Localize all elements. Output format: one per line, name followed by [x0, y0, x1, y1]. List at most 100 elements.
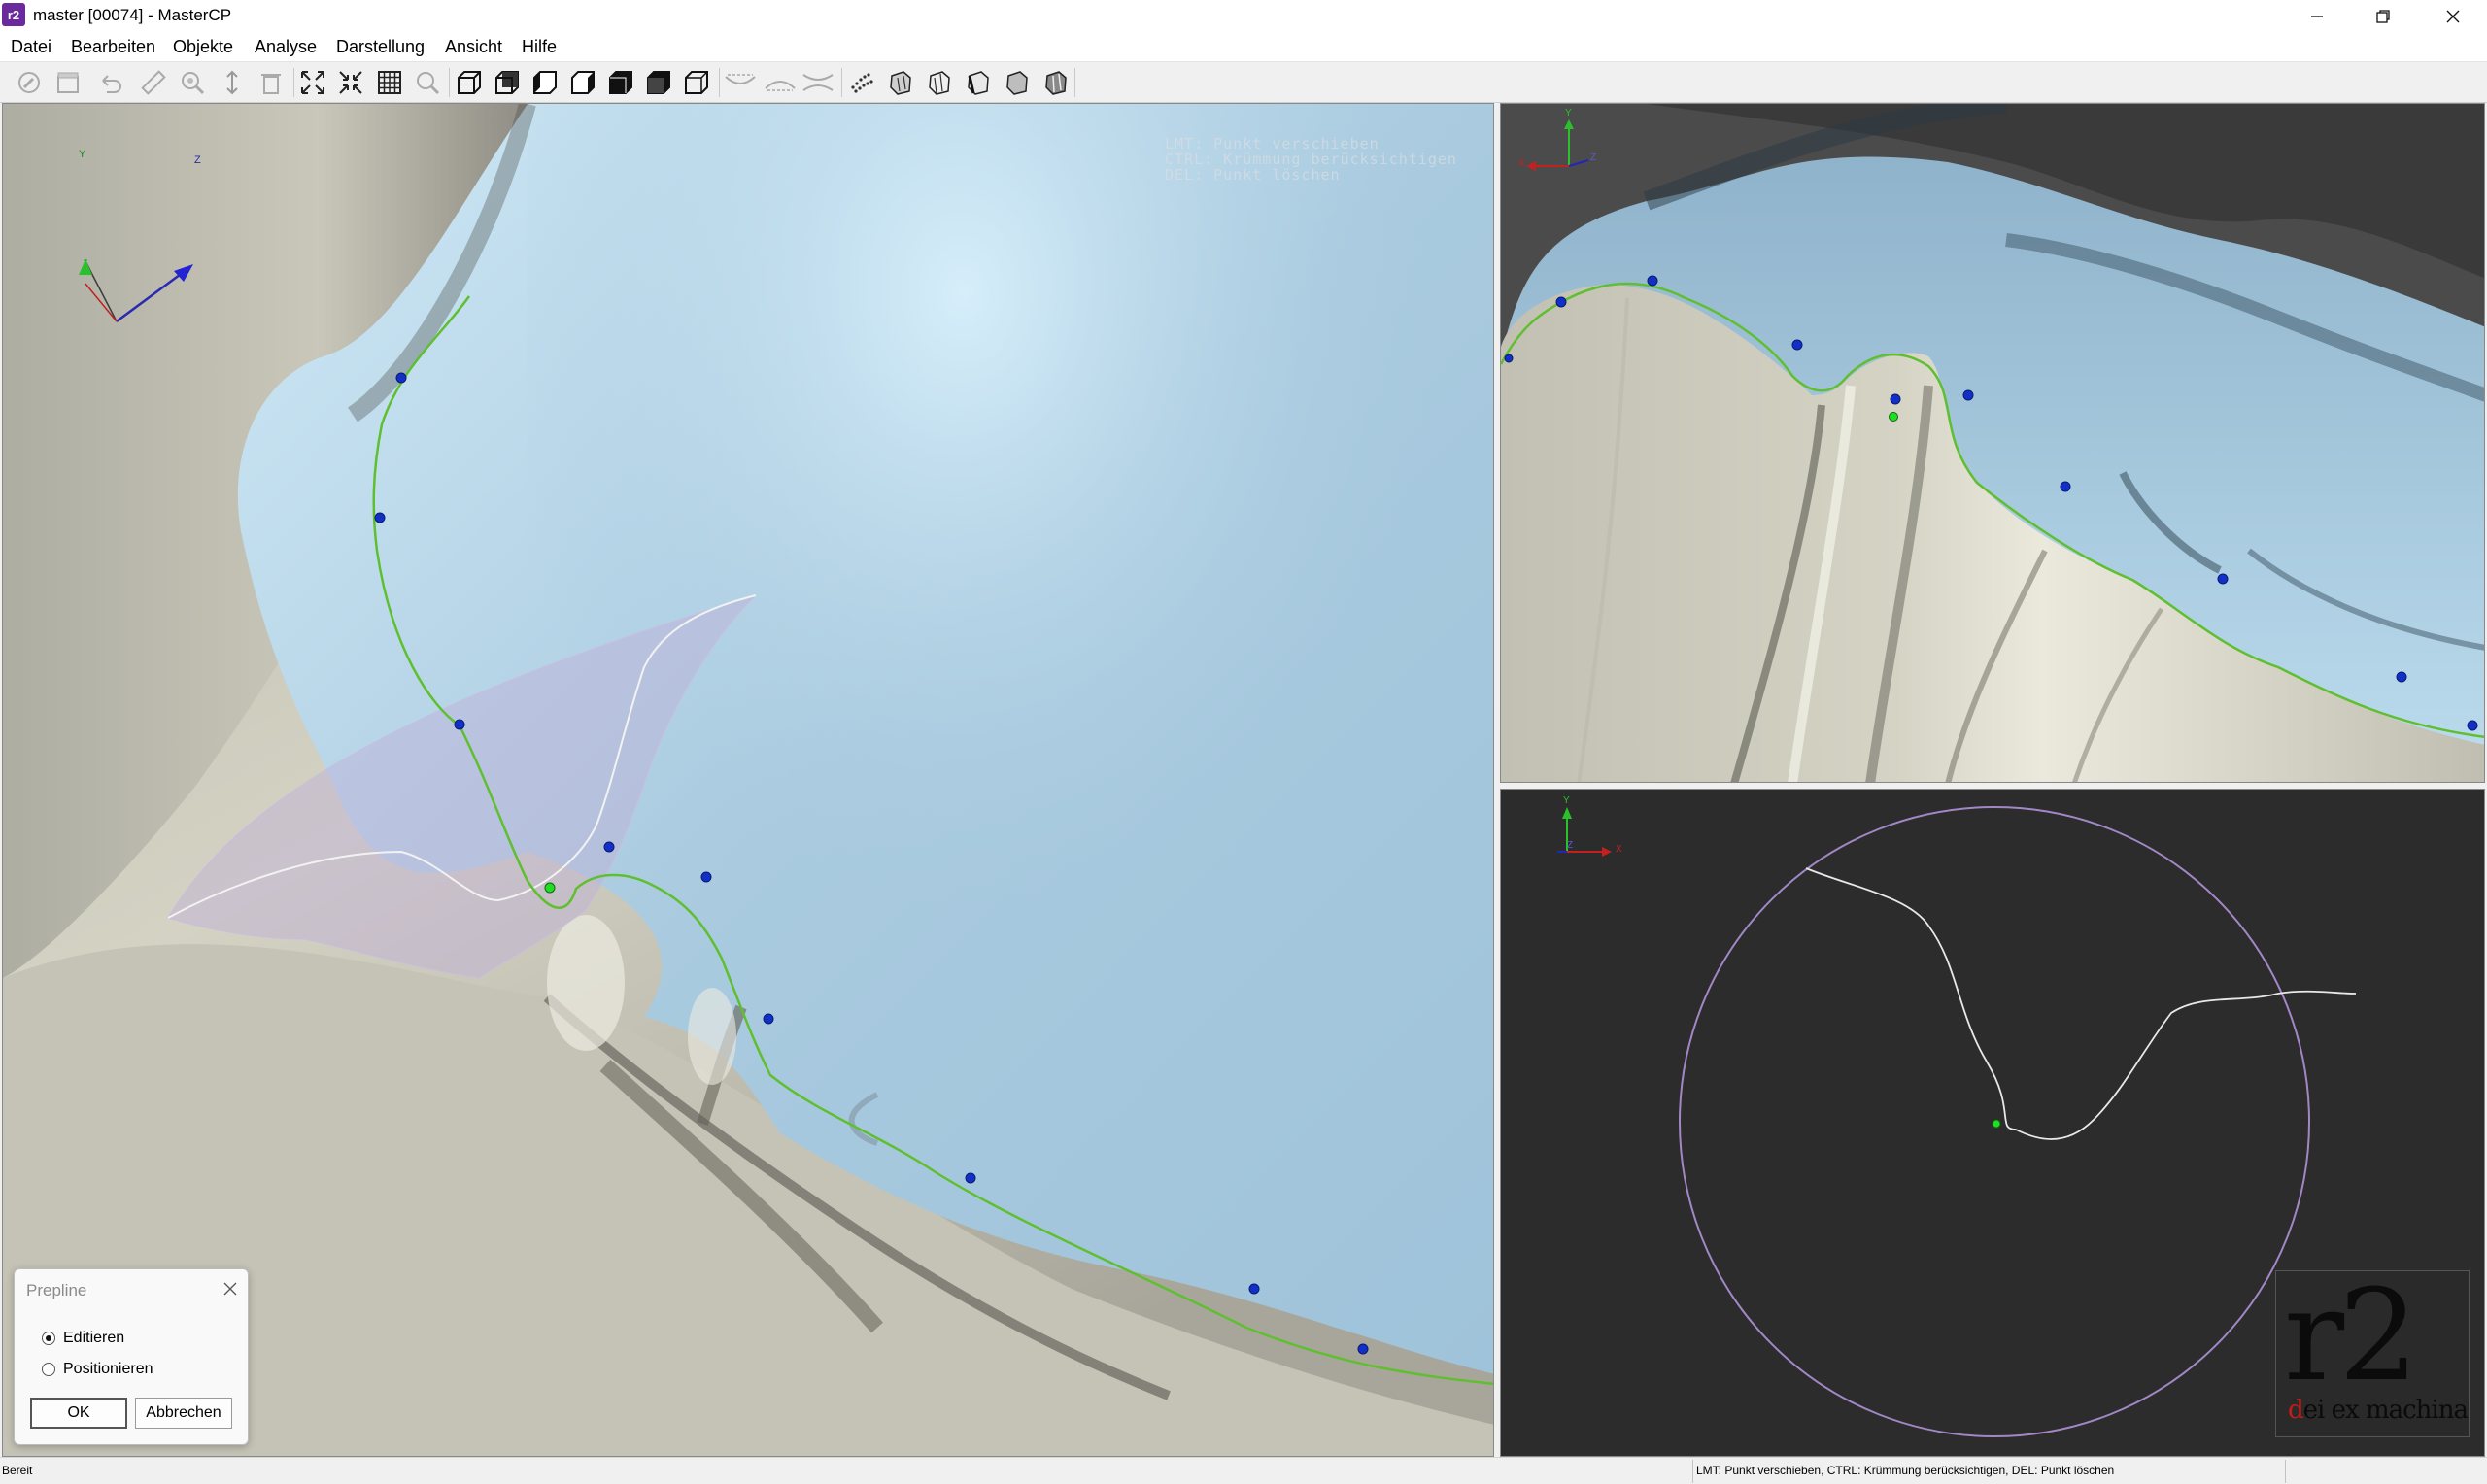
radio-editieren[interactable]: Editieren: [42, 1330, 124, 1347]
radio-button-checked[interactable]: [42, 1332, 55, 1345]
tool-ruler[interactable]: [137, 66, 170, 99]
menu-bar: Datei Bearbeiten Objekte Analyse Darstel…: [0, 33, 2487, 62]
restore-icon: [2376, 10, 2390, 23]
tr-axis-y: Y: [1565, 108, 1572, 118]
tool-shade-2[interactable]: [1001, 66, 1034, 99]
shade-2-icon: [1006, 71, 1028, 95]
tool-solid-shade[interactable]: [884, 66, 917, 99]
br-axis-y: Y: [1563, 795, 1570, 806]
axis-label-z: Z: [194, 154, 201, 166]
menu-ansicht[interactable]: Ansicht: [445, 37, 502, 57]
view-left-icon: [533, 71, 557, 94]
menu-bearbeiten[interactable]: Bearbeiten: [71, 37, 155, 57]
tool-view-iso[interactable]: [680, 66, 713, 99]
tool-shade-3[interactable]: [1039, 66, 1073, 99]
title-bar: r2 master [00074] - MasterCP: [0, 0, 2487, 33]
upper-jaw-icon: [725, 74, 756, 84]
tr-axis-x: X: [1518, 158, 1525, 169]
tool-points[interactable]: [845, 66, 878, 99]
shrink-view-icon: [339, 71, 362, 94]
tool-search[interactable]: [411, 66, 444, 99]
toolbar-separator: [841, 68, 842, 97]
status-separator: [1692, 1460, 1693, 1483]
profile-curve: [1805, 867, 2357, 1140]
tool-shrink-view[interactable]: [334, 66, 367, 99]
dialog-close-button[interactable]: [222, 1275, 238, 1302]
tool-lower-jaw[interactable]: [764, 66, 797, 99]
menu-darstellung[interactable]: Darstellung: [336, 37, 425, 57]
radio-button-unchecked[interactable]: [42, 1363, 55, 1376]
toolbar-separator: [719, 68, 720, 97]
status-ready: Bereit: [2, 1464, 33, 1477]
tool-wrench[interactable]: [13, 66, 46, 99]
view-iso-icon: [685, 71, 708, 94]
lower-jaw-icon: [765, 81, 796, 91]
trash-icon: [261, 74, 281, 94]
cancel-button[interactable]: Abbrechen: [135, 1398, 232, 1429]
mastercp-window: r2 master [00074] - MasterCP Datei Bearb…: [0, 0, 2487, 1484]
tool-undo[interactable]: [94, 66, 127, 99]
box-icon: [57, 72, 79, 93]
view-front-icon: [458, 71, 481, 94]
side-scene: [1501, 104, 2484, 782]
menu-objekte[interactable]: Objekte: [173, 37, 233, 57]
radio-positionieren[interactable]: Positionieren: [42, 1361, 153, 1378]
points-icon: [851, 73, 873, 93]
wrench-icon: [18, 72, 40, 93]
zoom-region-icon: [182, 72, 205, 95]
tool-view-left[interactable]: [528, 66, 562, 99]
both-jaws-icon: [802, 74, 834, 91]
tool-delete[interactable]: [255, 66, 288, 99]
close-button[interactable]: [2419, 0, 2487, 33]
radio-label-positionieren: Positionieren: [63, 1361, 153, 1377]
radio-label-editieren: Editieren: [63, 1330, 125, 1346]
tool-view-top[interactable]: [604, 66, 637, 99]
tool-wire-shade[interactable]: [923, 66, 956, 99]
main-scene: [3, 104, 1493, 1456]
solid-shade-icon: [890, 71, 911, 95]
tool-view-front[interactable]: [453, 66, 486, 99]
restore-button[interactable]: [2349, 0, 2417, 33]
tool-view-right[interactable]: [566, 66, 599, 99]
br-axis-z: Z: [1567, 840, 1574, 851]
tool-shade-1[interactable]: [962, 66, 995, 99]
wire-shade-icon: [929, 71, 950, 95]
axis-label-y: Y: [79, 149, 86, 160]
main-3d-viewport[interactable]: Y Z LMT: Punkt verschieben CTRL: Krümmun…: [2, 103, 1494, 1457]
menu-datei[interactable]: Datei: [11, 37, 51, 57]
view-bottom-icon: [647, 71, 670, 94]
toolbar-separator: [1074, 68, 1075, 97]
view-top-icon: [609, 71, 632, 94]
fit-view-icon: [301, 71, 324, 94]
grid-icon: [378, 71, 401, 94]
tool-upper-jaw[interactable]: [724, 66, 757, 99]
menu-analyse[interactable]: Analyse: [255, 37, 317, 57]
toolbar: [0, 62, 2487, 103]
dialog-title: Prepline: [26, 1281, 87, 1299]
tool-view-back[interactable]: [491, 66, 524, 99]
tool-box[interactable]: [51, 66, 85, 99]
search-icon: [417, 72, 440, 95]
tool-zoom-region[interactable]: [176, 66, 209, 99]
shade-1-icon: [968, 71, 989, 95]
br-axis-x: X: [1616, 844, 1622, 855]
shade-3-icon: [1045, 71, 1067, 95]
ruler-icon: [141, 70, 166, 95]
side-3d-viewport[interactable]: Y X Z: [1500, 103, 2485, 783]
tool-view-bottom[interactable]: [642, 66, 675, 99]
prepline-dialog: Prepline Editieren Positionieren OK Abbr…: [14, 1268, 249, 1445]
tool-fit-view[interactable]: [296, 66, 329, 99]
r2-logo: r2 dei ex machina: [2275, 1262, 2470, 1437]
tool-grid[interactable]: [373, 66, 406, 99]
tool-vertical[interactable]: [216, 66, 249, 99]
status-hint: LMT: Punkt verschieben, CTRL: Krümmung b…: [1696, 1464, 2115, 1477]
tr-axis-z: Z: [1590, 152, 1597, 163]
toolbar-separator: [449, 68, 450, 97]
tool-both-jaws[interactable]: [801, 66, 835, 99]
ok-button[interactable]: OK: [30, 1398, 127, 1429]
menu-hilfe[interactable]: Hilfe: [522, 37, 557, 57]
view-back-icon: [495, 71, 519, 94]
hint-delete-point: DEL: Punkt löschen: [1165, 166, 1341, 184]
minimize-button[interactable]: [2283, 0, 2351, 33]
vertical-arrows-icon: [226, 70, 238, 95]
